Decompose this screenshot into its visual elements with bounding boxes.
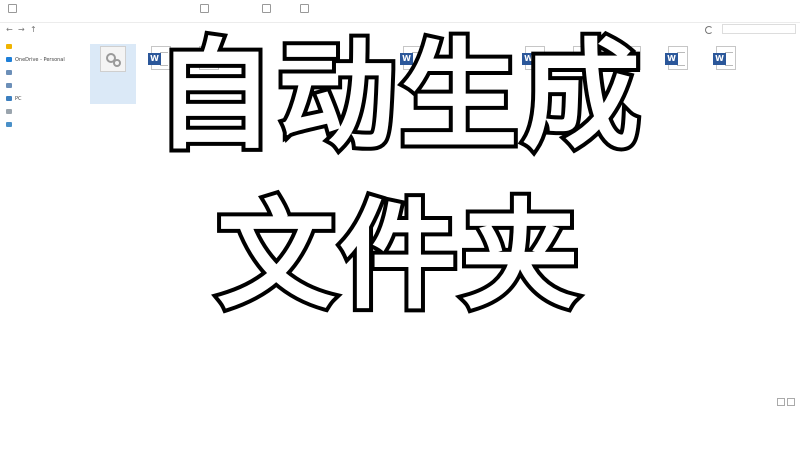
- select-icon: [300, 4, 309, 13]
- ribbon-item-4[interactable]: [300, 4, 311, 13]
- view-toggle[interactable]: [775, 391, 795, 406]
- ribbon-item-1[interactable]: [8, 4, 19, 13]
- new-item-icon: [200, 4, 209, 13]
- overlay-title-line2: 文件夹: [213, 183, 583, 329]
- open-icon: [262, 4, 271, 13]
- ribbon-toolbar: [0, 0, 800, 23]
- large-icons-view-icon[interactable]: [787, 398, 795, 406]
- overlay-title-line1: 自动生成: [152, 23, 644, 169]
- details-view-icon[interactable]: [777, 398, 785, 406]
- ribbon-item-3[interactable]: [262, 4, 273, 13]
- folder-icon: [8, 4, 17, 13]
- ribbon-item-2[interactable]: [200, 4, 211, 13]
